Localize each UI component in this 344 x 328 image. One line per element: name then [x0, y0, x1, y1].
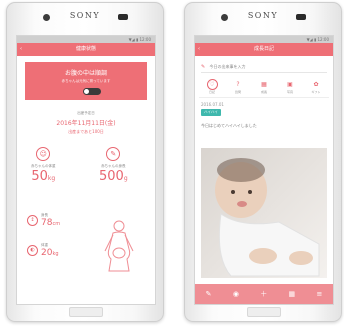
- stat-fetal-length[interactable]: ✎ 赤ちゃんの身長 500g: [99, 147, 128, 184]
- tab-label: 写真: [286, 90, 293, 94]
- diary-input[interactable]: ✎ 今日の出来事を入力: [201, 61, 327, 73]
- tab-label: 成長: [260, 90, 267, 94]
- banner-headline: お腹の中は順調: [64, 70, 107, 77]
- screen-health: ▼◢ ▮ 12:00 ‹ 健康状態 お腹の中は順調 赤ちゃんは元気に育っています…: [16, 35, 156, 305]
- tab-bar: ♡ 日記 ? 質問 ▦ 成長 ▣ 写真 ✿ ギフト: [195, 79, 333, 94]
- ruler-icon: ✎: [106, 147, 121, 161]
- due-date-block: 出産予定日 2016年11月11日(金) 出産まであと100日: [17, 111, 155, 135]
- photo-icon: ▣: [287, 81, 293, 88]
- plus-icon[interactable]: ＋: [260, 289, 267, 299]
- post-tag[interactable]: ハイハイ: [201, 109, 221, 116]
- stat-value: 78cm: [41, 218, 61, 228]
- chart-icon: ▦: [261, 81, 267, 88]
- height-icon: ↕: [27, 215, 38, 226]
- heart-icon: ♡: [206, 79, 218, 90]
- home-button[interactable]: [247, 307, 281, 317]
- phone-left: SONY ▼◢ ▮ 12:00 ‹ 健康状態 お腹の中は順調 赤ちゃんは元気に育…: [6, 2, 164, 322]
- post-caption: 今日はじめてハイハイしました: [201, 123, 257, 128]
- chart-icon[interactable]: ▦: [289, 290, 296, 298]
- due-date-countdown: 出産まであと100日: [68, 129, 104, 134]
- speaker-icon: [43, 14, 50, 21]
- mother-figure-icon: [104, 220, 134, 272]
- phone-right: SONY ▼◢ ▮ 12:00 ‹ 成長日記 ✎ 今日の出来事を入力 ♡ 日記 …: [184, 2, 342, 322]
- due-date-label: 出産予定日: [77, 111, 95, 115]
- status-bar: ▼◢ ▮ 12:00: [17, 36, 155, 43]
- banner-toggle[interactable]: [83, 88, 101, 95]
- stat-baby-weight[interactable]: ☺ 赤ちゃんの体重 50kg: [31, 147, 56, 184]
- stat-value: 20kg: [41, 248, 59, 258]
- status-bar: ▼◢ ▮ 12:00: [195, 36, 333, 43]
- back-arrow-icon[interactable]: ‹: [198, 43, 200, 56]
- app-bar: ‹ 成長日記: [195, 43, 333, 56]
- back-arrow-icon[interactable]: ‹: [20, 43, 22, 56]
- camera-sensor-icon: [296, 14, 306, 20]
- stat-value: 500g: [99, 169, 128, 184]
- post-meta: 2016.07.01 ハイハイ: [201, 102, 327, 116]
- due-date-value: 2016年11月11日(金): [56, 120, 116, 127]
- camera-icon[interactable]: ◉: [233, 290, 239, 298]
- post-date: 2016.07.01: [201, 102, 224, 107]
- baby-photo[interactable]: [201, 148, 327, 278]
- tab-question[interactable]: ? 質問: [227, 79, 249, 94]
- tab-label: 質問: [234, 90, 241, 94]
- home-button[interactable]: [69, 307, 103, 317]
- menu-icon[interactable]: ≡: [316, 290, 322, 298]
- status-banner: お腹の中は順調 赤ちゃんは元気に育っています: [25, 62, 147, 100]
- question-icon: ?: [236, 81, 240, 88]
- tab-gift[interactable]: ✿ ギフト: [305, 79, 327, 94]
- page-title: 健康状態: [75, 46, 96, 52]
- camera-sensor-icon: [118, 14, 128, 20]
- stat-text: 体重 20kg: [41, 243, 59, 258]
- screen-diary: ▼◢ ▮ 12:00 ‹ 成長日記 ✎ 今日の出来事を入力 ♡ 日記 ? 質問 …: [194, 35, 334, 305]
- speaker-icon: [221, 14, 228, 21]
- brand-logo: SONY: [247, 11, 279, 20]
- page-title: 成長日記: [253, 46, 274, 52]
- diary-icon[interactable]: ✎: [206, 290, 212, 298]
- baby-icon: ☺: [36, 147, 51, 161]
- toggle-knob: [84, 89, 89, 94]
- tab-growth[interactable]: ▦ 成長: [253, 79, 275, 94]
- diary-input-placeholder: 今日の出来事を入力: [209, 64, 246, 69]
- tab-divider: [199, 97, 329, 98]
- app-bar: ‹ 健康状態: [17, 43, 155, 56]
- tab-diary[interactable]: ♡ 日記: [201, 79, 223, 94]
- stat-height[interactable]: ↕ 身長 78cm: [27, 213, 60, 228]
- stats-area: ☺ 赤ちゃんの体重 50kg ✎ 赤ちゃんの身長 500g ↕ 身長 78cm …: [17, 143, 155, 273]
- bottom-nav: ✎ ◉ ＋ ▦ ≡: [195, 284, 333, 304]
- stat-text: 身長 78cm: [41, 213, 60, 228]
- pencil-icon: ✎: [201, 64, 206, 70]
- gift-icon: ✿: [313, 81, 319, 88]
- tab-label: 日記: [208, 90, 215, 94]
- brand-logo: SONY: [69, 11, 101, 20]
- scale-icon: ◐: [27, 245, 38, 256]
- tab-label: ギフト: [311, 90, 321, 94]
- stat-weight[interactable]: ◐ 体重 20kg: [27, 243, 59, 258]
- tab-photo[interactable]: ▣ 写真: [279, 79, 301, 94]
- banner-subtext: 赤ちゃんは元気に育っています: [61, 79, 111, 83]
- stat-value: 50kg: [31, 169, 56, 184]
